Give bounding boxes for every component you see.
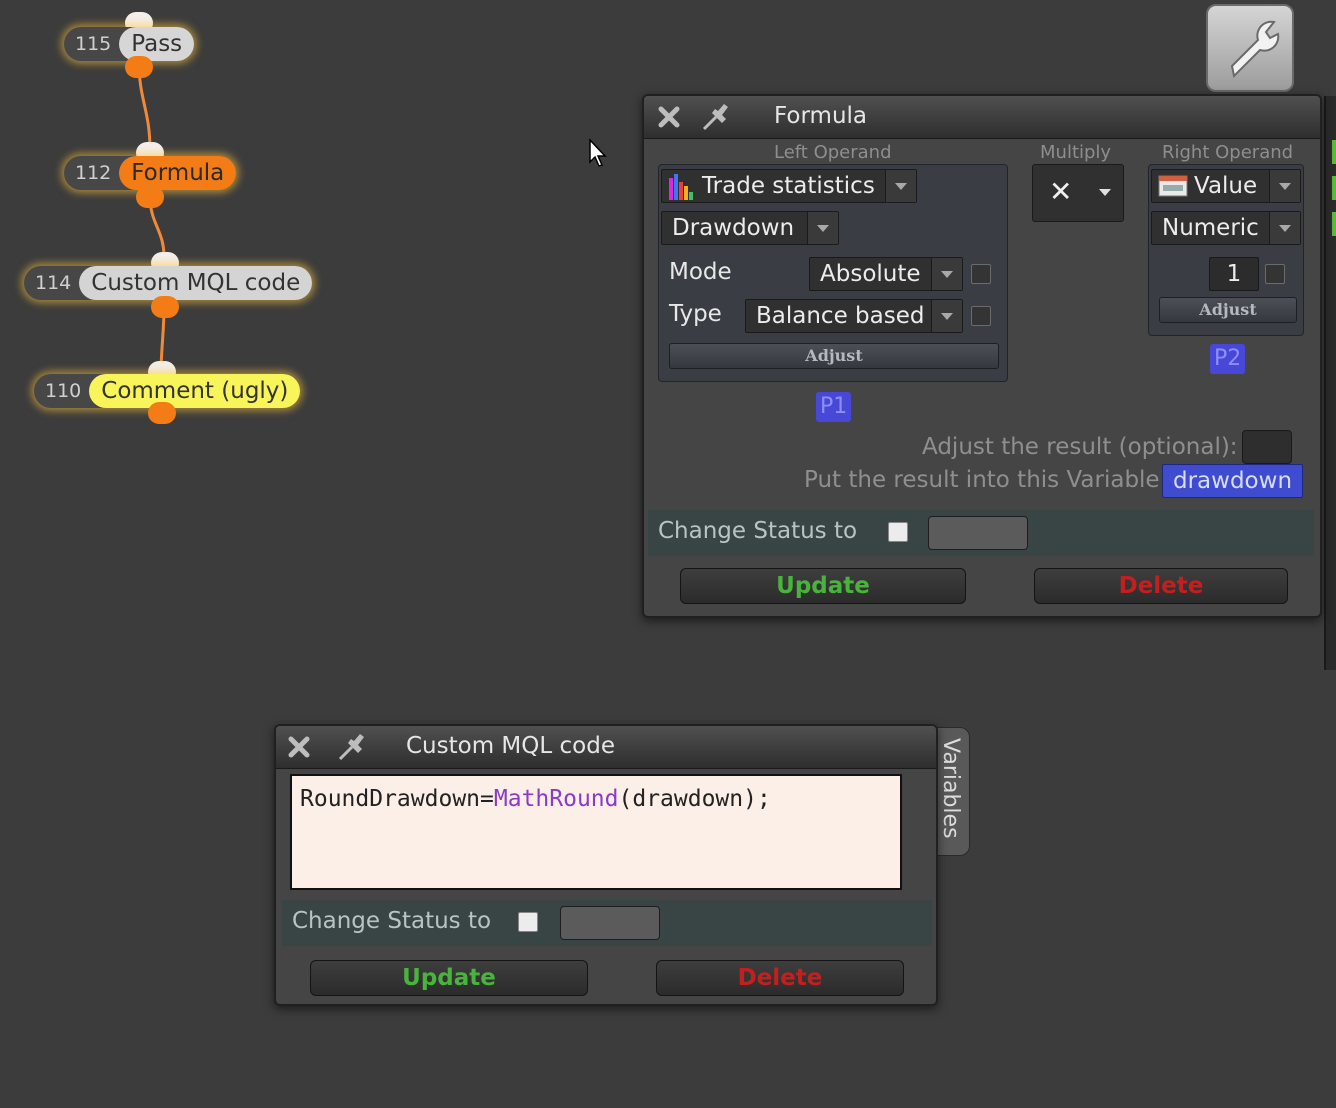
- delete-button[interactable]: Delete: [656, 960, 904, 996]
- p1-badge: P1: [816, 392, 852, 422]
- pin-icon[interactable]: [700, 102, 734, 132]
- update-button[interactable]: Update: [310, 960, 588, 996]
- left-adjust-button[interactable]: Adjust: [669, 343, 999, 369]
- right-operand-panel: Value Numeric 1 Adjust: [1148, 164, 1304, 336]
- metric-value: Drawdown: [672, 215, 795, 241]
- left-operand-label: Left Operand: [774, 142, 892, 163]
- tools-button[interactable]: [1206, 4, 1294, 92]
- code-editor[interactable]: RoundDrawdown=MathRound(drawdown);: [290, 774, 902, 890]
- right-value-checkbox[interactable]: [1265, 264, 1285, 284]
- source-value: Trade statistics: [702, 173, 875, 199]
- result-variable-field[interactable]: drawdown: [1162, 464, 1304, 498]
- right-source-dropdown[interactable]: Value: [1151, 169, 1301, 203]
- source-dropdown[interactable]: Trade statistics: [661, 169, 917, 203]
- adjust-result-label: Adjust the result (optional):: [922, 434, 1238, 460]
- mode-checkbox[interactable]: [971, 264, 991, 284]
- wrench-icon: [1230, 20, 1280, 79]
- adjust-result-field[interactable]: [1242, 430, 1292, 464]
- mode-dropdown[interactable]: Absolute: [809, 257, 963, 291]
- mode-value: Absolute: [820, 261, 921, 287]
- status-field[interactable]: [560, 906, 660, 940]
- type-checkbox[interactable]: [971, 306, 991, 326]
- flow-node-formula[interactable]: 112 Formula: [64, 156, 237, 190]
- trade-statistics-icon: [669, 174, 693, 200]
- side-indicator: [1332, 176, 1336, 200]
- node-output-port[interactable]: [125, 56, 153, 78]
- node-id: 110: [45, 380, 82, 402]
- side-indicator: [1332, 212, 1336, 236]
- change-status-label: Change Status to: [658, 518, 858, 544]
- chevron-down-icon: [807, 212, 838, 244]
- chevron-down-icon: [885, 170, 916, 202]
- node-output-port[interactable]: [151, 296, 179, 318]
- change-status-bar: Change Status to: [282, 900, 932, 946]
- close-icon[interactable]: [656, 104, 682, 130]
- side-indicator: [1332, 140, 1336, 164]
- flow-node-pass[interactable]: 115 Pass: [64, 27, 195, 61]
- node-label: Custom MQL code: [79, 266, 313, 300]
- flow-node-custom-mql[interactable]: 114 Custom MQL code: [24, 266, 313, 300]
- operator-dropdown[interactable]: ✕: [1032, 164, 1124, 222]
- change-status-bar: Change Status to: [648, 510, 1314, 556]
- mql-titlebar[interactable]: Custom MQL code: [276, 726, 936, 769]
- node-label: Comment (ugly): [89, 374, 301, 408]
- type-dropdown[interactable]: Balance based: [745, 299, 963, 333]
- type-label: Type: [669, 301, 722, 327]
- value-icon: [1158, 175, 1188, 197]
- code-function: MathRound: [493, 786, 619, 812]
- result-variable-label: Put the result into this Variable:: [804, 467, 1168, 493]
- formula-titlebar[interactable]: Formula: [644, 96, 1320, 139]
- pin-icon[interactable]: [336, 732, 370, 762]
- mode-label: Mode: [669, 259, 732, 285]
- chevron-down-icon: [931, 300, 962, 332]
- type-value: Balance based: [756, 303, 925, 329]
- node-label: Formula: [119, 156, 237, 190]
- change-status-label: Change Status to: [292, 908, 492, 934]
- change-status-checkbox[interactable]: [518, 912, 538, 932]
- right-adjust-button[interactable]: Adjust: [1159, 297, 1297, 323]
- operator-symbol: ✕: [1049, 175, 1073, 208]
- right-source-value: Value: [1194, 173, 1258, 199]
- chevron-down-icon: [931, 258, 962, 290]
- chevron-down-icon: [1269, 170, 1300, 202]
- left-operand-panel: Trade statistics Drawdown Mode Absolute …: [658, 164, 1008, 382]
- code-assign: RoundDrawdown=: [300, 786, 494, 812]
- status-field[interactable]: [928, 516, 1028, 550]
- p2-badge: P2: [1210, 344, 1246, 374]
- variables-tab[interactable]: Variables: [936, 727, 970, 856]
- code-line: RoundDrawdown=MathRound(drawdown);: [300, 786, 771, 812]
- node-output-port[interactable]: [148, 402, 176, 424]
- formula-window: Formula Left Operand Multiply Right Oper…: [642, 94, 1322, 618]
- metric-dropdown[interactable]: Drawdown: [661, 211, 839, 245]
- operator-label: Multiply: [1040, 142, 1112, 163]
- code-args: (drawdown);: [618, 786, 771, 812]
- right-kind-value: Numeric: [1162, 215, 1259, 241]
- change-status-checkbox[interactable]: [888, 522, 908, 542]
- delete-button[interactable]: Delete: [1034, 568, 1288, 604]
- node-id: 114: [35, 272, 72, 294]
- window-title: Custom MQL code: [406, 733, 615, 759]
- mouse-cursor-icon: [589, 138, 607, 167]
- node-id: 115: [75, 33, 112, 55]
- right-value-input[interactable]: 1: [1209, 257, 1259, 291]
- right-operand-label: Right Operand: [1162, 142, 1294, 163]
- chevron-down-icon: [1269, 212, 1300, 244]
- window-title: Formula: [774, 103, 867, 129]
- update-button[interactable]: Update: [680, 568, 966, 604]
- custom-mql-window: Custom MQL code RoundDrawdown=MathRound(…: [274, 724, 938, 1006]
- node-id: 112: [75, 162, 112, 184]
- chevron-down-icon: [1099, 189, 1111, 196]
- close-icon[interactable]: [286, 734, 312, 760]
- right-kind-dropdown[interactable]: Numeric: [1151, 211, 1301, 245]
- node-output-port[interactable]: [136, 186, 164, 208]
- variables-tab-label: Variables: [938, 738, 963, 839]
- node-label: Pass: [119, 27, 195, 61]
